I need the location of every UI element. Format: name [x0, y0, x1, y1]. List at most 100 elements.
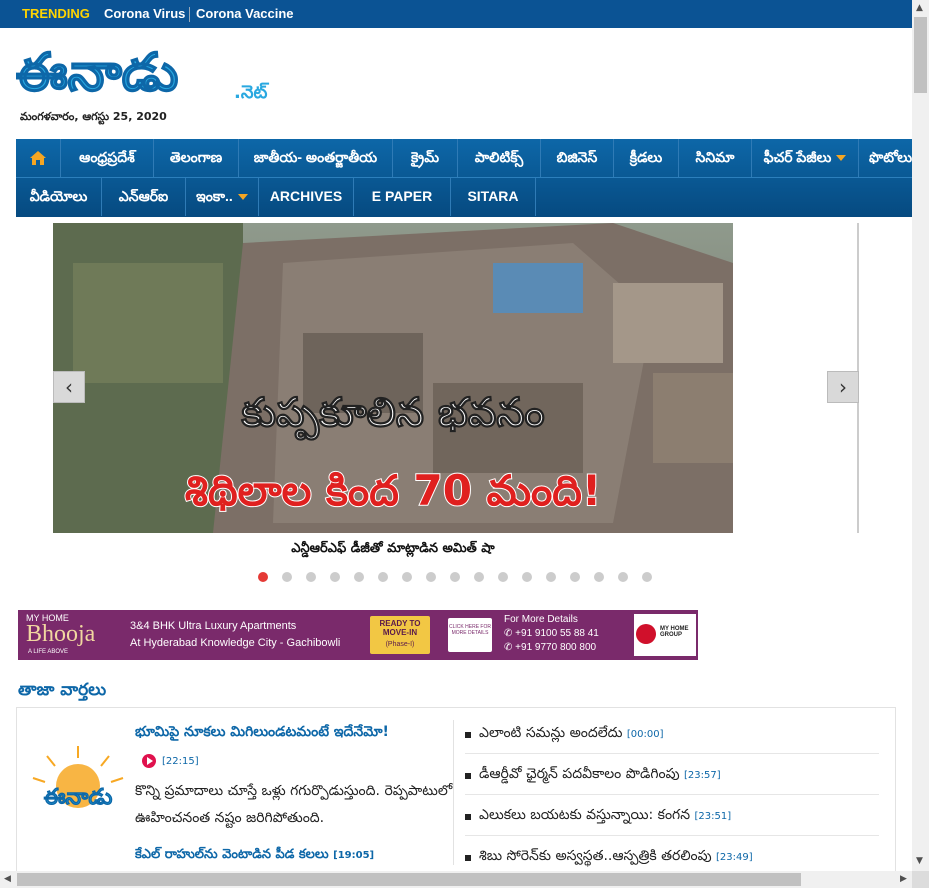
- nav-item-feature-pages[interactable]: ఫీచర్ పేజీలు: [752, 139, 859, 177]
- list-divider: [465, 794, 879, 795]
- latest-news-box: ఈనాడు భూమిపై నూకలు మిగిలుండటమంటే ఇదేనేమో…: [16, 707, 896, 873]
- list-item-link[interactable]: ఎలుకలు బయటకు వస్తున్నాయి: కంగన [23:51]: [479, 807, 731, 826]
- slider-dot[interactable]: [426, 572, 436, 582]
- slider-dot[interactable]: [522, 572, 532, 582]
- vertical-scroll-thumb[interactable]: [914, 17, 927, 93]
- slider-headline-2: శిథిలాల కింద 70 మంది!: [185, 466, 601, 515]
- slider-dot[interactable]: [450, 572, 460, 582]
- secondary-news-link[interactable]: కేఎల్ రాహుల్‌ను వెంటాడిన పీడ కలలు [19:05…: [135, 847, 374, 865]
- list-divider: [465, 753, 879, 754]
- slider-dot[interactable]: [258, 572, 268, 582]
- secondary-news-time: [19:05]: [333, 850, 375, 861]
- slider-dot[interactable]: [306, 572, 316, 582]
- slider-dot[interactable]: [546, 572, 556, 582]
- news-thumbnail[interactable]: ఈనాడు: [27, 742, 129, 822]
- lead-news-time: [22:15]: [162, 756, 199, 767]
- ad-line-1: 3&4 BHK Ultra Luxury Apartments: [130, 620, 297, 632]
- trending-link-corona-virus[interactable]: Corona Virus: [104, 6, 185, 21]
- column-divider: [453, 720, 454, 865]
- ad-click-button[interactable]: CLICK HERE FOR MORE DETAILS: [448, 618, 492, 652]
- main-navigation: ఆంధ్రప్రదేశ్ తెలంగాణ జాతీయ- అంతర్జాతీయ క…: [16, 139, 912, 217]
- slider-dot[interactable]: [474, 572, 484, 582]
- slider-prev-button[interactable]: ‹: [53, 371, 85, 403]
- phone-icon: ✆: [504, 628, 516, 639]
- chevron-down-icon: [237, 194, 248, 201]
- nav-home[interactable]: [16, 139, 61, 177]
- bullet-icon: [465, 814, 471, 820]
- horizontal-scrollbar[interactable]: ◀ ▶: [0, 871, 912, 888]
- list-item-time: [23:49]: [716, 852, 753, 863]
- nav-item-more[interactable]: ఇంకా..: [186, 178, 259, 216]
- slider-dot[interactable]: [642, 572, 652, 582]
- slider-headline-1: కుప్పకూలిన భవనం: [240, 390, 544, 441]
- list-item[interactable]: ఎలాంటి సమన్లు అందలేదు [00:00]: [465, 722, 885, 762]
- list-item-time: [23:57]: [684, 770, 721, 781]
- slider-next-button[interactable]: ›: [827, 371, 859, 403]
- ad-line-2: At Hyderabad Knowledge City - Gachibowli: [130, 637, 341, 649]
- list-item-time: [00:00]: [626, 729, 664, 740]
- bullet-icon: [465, 773, 471, 779]
- nav-item-photos[interactable]: ఫొటోలు: [859, 139, 912, 177]
- current-date: మంగళవారం, ఆగస్టు 25, 2020: [20, 110, 167, 123]
- thumbnail-logo-text: ఈనాడు: [44, 785, 113, 810]
- list-item-link[interactable]: ఎలాంటి సమన్లు అందలేదు [00:00]: [479, 725, 664, 744]
- nav-item-nri[interactable]: ఎన్ఆర్ఐ: [102, 178, 186, 216]
- list-item-title: శిబు సోరెన్‌కు అస్వస్థత..ఆస్పత్రికి తరలి…: [479, 848, 712, 864]
- advertisement-banner[interactable]: MY HOME Bhooja A LIFE ABOVE 3&4 BHK Ultr…: [18, 610, 698, 660]
- ad-group-logo: MY HOME GROUP: [634, 614, 696, 656]
- slider-dot[interactable]: [282, 572, 292, 582]
- ad-name: Bhooja: [26, 621, 96, 647]
- list-item[interactable]: డీఆర్డీవో ఛైర్మన్ పదవీకాలం పొడిగింపు [23…: [465, 763, 885, 803]
- logo-suffix: .నెట్: [234, 82, 269, 103]
- list-item-link[interactable]: డీఆర్డీవో ఛైర్మన్ పదవీకాలం పొడిగింపు [23…: [479, 766, 721, 785]
- chevron-down-icon: [836, 155, 847, 162]
- nav-item-videos[interactable]: వీడియోలు: [16, 178, 102, 216]
- nav-item-telangana[interactable]: తెలంగాణ: [154, 139, 239, 177]
- slider-dot[interactable]: [330, 572, 340, 582]
- nav-item-sports[interactable]: క్రీడలు: [614, 139, 679, 177]
- vertical-scrollbar[interactable]: ▲ ▼: [912, 0, 929, 871]
- scroll-up-icon[interactable]: ▲: [916, 3, 923, 13]
- trending-link-corona-vaccine[interactable]: Corona Vaccine: [196, 6, 294, 21]
- latest-news-title: తాజా వార్తలు: [18, 680, 107, 700]
- slider-dot[interactable]: [618, 572, 628, 582]
- scroll-left-icon[interactable]: ◀: [4, 874, 11, 884]
- trending-label: TRENDING: [22, 6, 90, 21]
- nav-item-crime[interactable]: క్రైమ్: [393, 139, 458, 177]
- play-icon[interactable]: [142, 754, 156, 768]
- nav-item-cinema[interactable]: సినిమా: [679, 139, 752, 177]
- nav-item-national-international[interactable]: జాతీయ- అంతర్జాతీయ: [239, 139, 393, 177]
- nav-item-more-label: ఇంకా..: [196, 188, 233, 204]
- list-item-title: డీఆర్డీవో ఛైర్మన్ పదవీకాలం పొడిగింపు: [479, 766, 680, 782]
- slider-caption[interactable]: ఎన్డీఆర్ఎఫ్ డీజీతో మాట్లాడిన అమిత్ షా: [53, 541, 733, 559]
- slider-dot[interactable]: [402, 572, 412, 582]
- secondary-news-title: కేఎల్ రాహుల్‌ను వెంటాడిన పీడ కలలు: [135, 847, 329, 862]
- horizontal-scroll-thumb[interactable]: [17, 873, 801, 886]
- bullet-icon: [465, 732, 471, 738]
- trending-separator: [189, 7, 190, 22]
- trending-bar: TRENDING Corona Virus Corona Vaccine: [0, 0, 912, 28]
- nav-item-business[interactable]: బిజినెస్: [541, 139, 614, 177]
- scroll-down-icon[interactable]: ▼: [916, 856, 923, 866]
- nav-row-1: ఆంధ్రప్రదేశ్ తెలంగాణ జాతీయ- అంతర్జాతీయ క…: [16, 139, 912, 178]
- lead-news-summary: కొన్ని ప్రమాదాలు చూస్తే ఒళ్లు గగుర్పొడుస…: [135, 783, 453, 826]
- nav-item-politics[interactable]: పాలిటిక్స్: [458, 139, 541, 177]
- ad-tag: A LIFE ABOVE: [28, 649, 69, 655]
- list-item-link[interactable]: శిబు సోరెన్‌కు అస్వస్థత..ఆస్పత్రికి తరలి…: [479, 848, 753, 867]
- ad-badge-ready: READY TO MOVE-IN (Phase-I): [370, 616, 430, 654]
- lead-news-title[interactable]: భూమిపై నూకలు మిగిలుండటమంటే ఇదేనేమో!: [135, 724, 389, 743]
- featured-slider-image[interactable]: కుప్పకూలిన భవనం శిథిలాల కింద 70 మంది!: [53, 223, 733, 533]
- nav-item-sitara[interactable]: SITARA: [451, 178, 536, 216]
- list-item[interactable]: ఎలుకలు బయటకు వస్తున్నాయి: కంగన [23:51]: [465, 804, 885, 844]
- nav-item-archives[interactable]: ARCHIVES: [259, 178, 354, 216]
- slider-dot[interactable]: [378, 572, 388, 582]
- nav-item-epaper[interactable]: E PAPER: [354, 178, 451, 216]
- slider-dot[interactable]: [594, 572, 604, 582]
- scroll-right-icon[interactable]: ▶: [900, 874, 907, 884]
- list-divider: [465, 835, 879, 836]
- slider-dot[interactable]: [354, 572, 364, 582]
- slider-dot[interactable]: [570, 572, 580, 582]
- nav-item-andhra-pradesh[interactable]: ఆంధ్రప్రదేశ్: [61, 139, 154, 177]
- site-logo[interactable]: ఈనాడు .నెట్: [15, 36, 296, 106]
- slider-dot[interactable]: [498, 572, 508, 582]
